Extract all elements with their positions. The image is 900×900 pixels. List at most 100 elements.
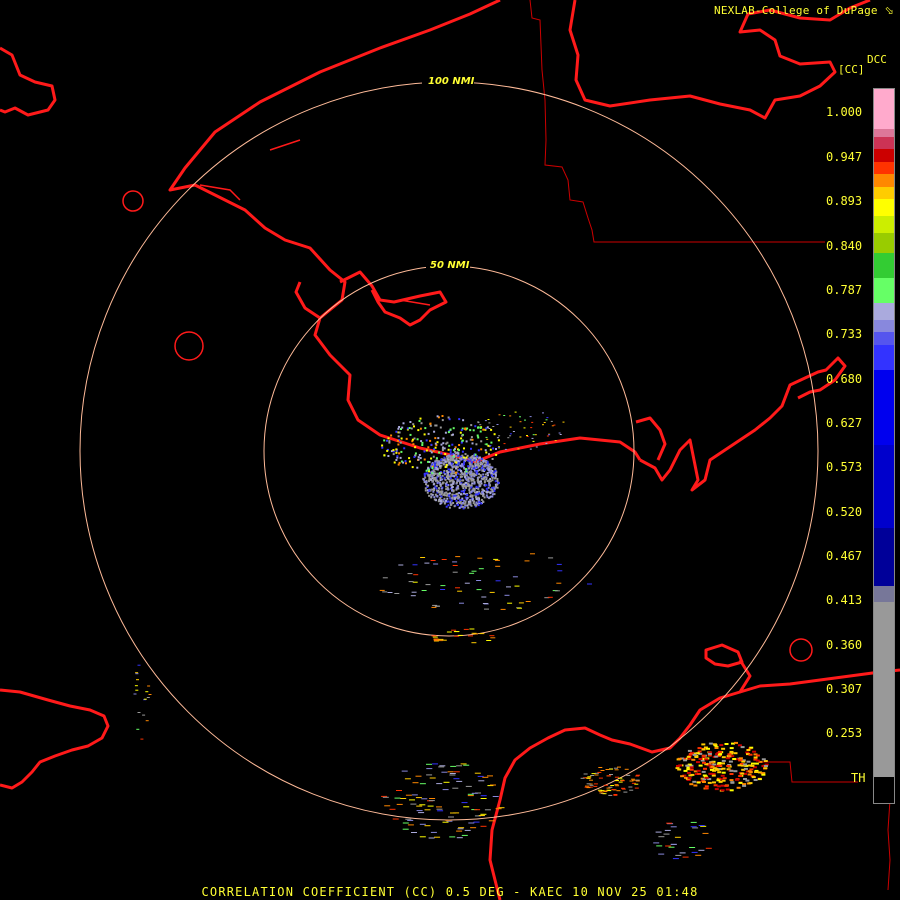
echo-pixel <box>477 449 480 452</box>
color-scale-segment <box>874 232 894 254</box>
echo-pixel <box>620 780 625 782</box>
echo-pixel <box>763 767 768 770</box>
echo-pixel <box>436 481 439 484</box>
echo-pixel <box>475 443 478 446</box>
echo-pixel <box>749 768 754 771</box>
echo-pixel <box>689 783 694 786</box>
echo-pixel <box>489 478 492 480</box>
echo-pixel <box>498 807 505 809</box>
echo-pixel <box>477 479 480 482</box>
echo-pixel <box>628 786 633 788</box>
echo-pixel <box>685 764 690 767</box>
echo-pixel <box>434 468 437 470</box>
echo-pixel <box>497 481 500 484</box>
echo-pixel <box>485 436 488 438</box>
echo-pixel <box>465 456 468 459</box>
echo-pixel <box>437 500 440 503</box>
echo-pixel <box>381 446 384 449</box>
echo-pixel <box>452 482 455 485</box>
echo-pixel <box>430 457 433 460</box>
echo-pixel <box>489 466 492 469</box>
echo-pixel <box>143 698 147 700</box>
echo-pixel <box>742 784 747 787</box>
echo-pixel <box>435 457 438 460</box>
echo-pixel <box>682 856 689 858</box>
echo-pixel <box>475 466 478 469</box>
echo-pixel <box>532 440 535 442</box>
echo-pixel <box>388 441 391 444</box>
echo-pixel <box>487 464 490 467</box>
echo-pixel <box>480 448 483 451</box>
echo-pixel <box>411 832 417 833</box>
echo-pixel <box>412 443 415 446</box>
echo-pixel <box>748 764 752 767</box>
echo-pixel <box>448 454 450 457</box>
echo-pixel <box>542 424 544 426</box>
echo-pixel <box>452 502 455 504</box>
echo-pixel <box>457 634 463 636</box>
echo-pixel <box>473 482 476 485</box>
echo-pixel <box>423 433 426 436</box>
echo-pixel <box>468 489 471 491</box>
echo-pixel <box>482 603 488 604</box>
echo-pixel <box>451 443 454 446</box>
echo-pixel <box>461 475 463 478</box>
echo-pixel <box>548 434 551 436</box>
echo-pixel <box>494 473 497 476</box>
echo-pixel <box>432 636 438 638</box>
echo-pixel <box>395 459 398 461</box>
echo-pixel <box>396 803 403 805</box>
echo-pixel <box>626 774 631 776</box>
echo-pixel <box>488 820 495 822</box>
echo-pixel <box>497 439 500 442</box>
echo-pixel <box>764 765 768 767</box>
echo-pixel <box>480 457 483 460</box>
echo-pixel <box>698 758 703 760</box>
echo-pixel <box>488 422 491 424</box>
echo-pixel <box>415 797 422 799</box>
echo-pixel <box>448 461 451 464</box>
echo-pixel <box>710 761 715 764</box>
echo-pixel <box>432 483 435 486</box>
echo-pixel <box>475 470 478 473</box>
echo-pixel <box>401 426 404 429</box>
echo-pixel <box>456 765 463 767</box>
echo-pixel <box>496 424 499 425</box>
echo-pixel <box>430 496 433 499</box>
echo-pixel <box>471 438 474 441</box>
echo-pixel <box>484 484 487 487</box>
echo-pixel <box>463 489 466 492</box>
echo-pixel <box>444 494 446 497</box>
echo-pixel <box>454 450 456 453</box>
echo-pixel <box>605 769 610 770</box>
echo-pixel <box>702 781 706 783</box>
echo-pixel <box>686 755 691 758</box>
echo-pixel <box>429 422 432 425</box>
echo-pixel <box>430 443 433 446</box>
echo-pixel <box>559 434 562 435</box>
echo-pixel <box>440 487 443 490</box>
echo-pixel <box>436 441 439 444</box>
echo-pixel <box>586 783 591 785</box>
echo-pixel <box>636 774 640 776</box>
echo-pixel <box>409 421 412 423</box>
echo-pixel <box>491 495 494 498</box>
echo-pixel <box>463 764 470 766</box>
echo-pixel <box>448 444 451 447</box>
echo-pixel <box>585 785 589 787</box>
color-scale-segment <box>874 149 894 162</box>
echo-pixel <box>469 463 472 466</box>
echo-pixel <box>464 428 467 430</box>
echo-pixel <box>447 456 450 459</box>
echo-pixel <box>438 766 445 768</box>
echo-pixel <box>480 795 487 797</box>
echo-pixel <box>464 482 467 484</box>
echo-pixel <box>471 455 474 457</box>
ring-label-100: 100 NMI <box>428 76 475 87</box>
echo-pixel <box>133 693 137 695</box>
echo-pixel <box>517 448 520 450</box>
echo-pixel <box>417 458 420 461</box>
echo-pixel <box>440 589 446 590</box>
echo-pixel <box>386 439 388 442</box>
echo-pixel <box>468 461 471 464</box>
